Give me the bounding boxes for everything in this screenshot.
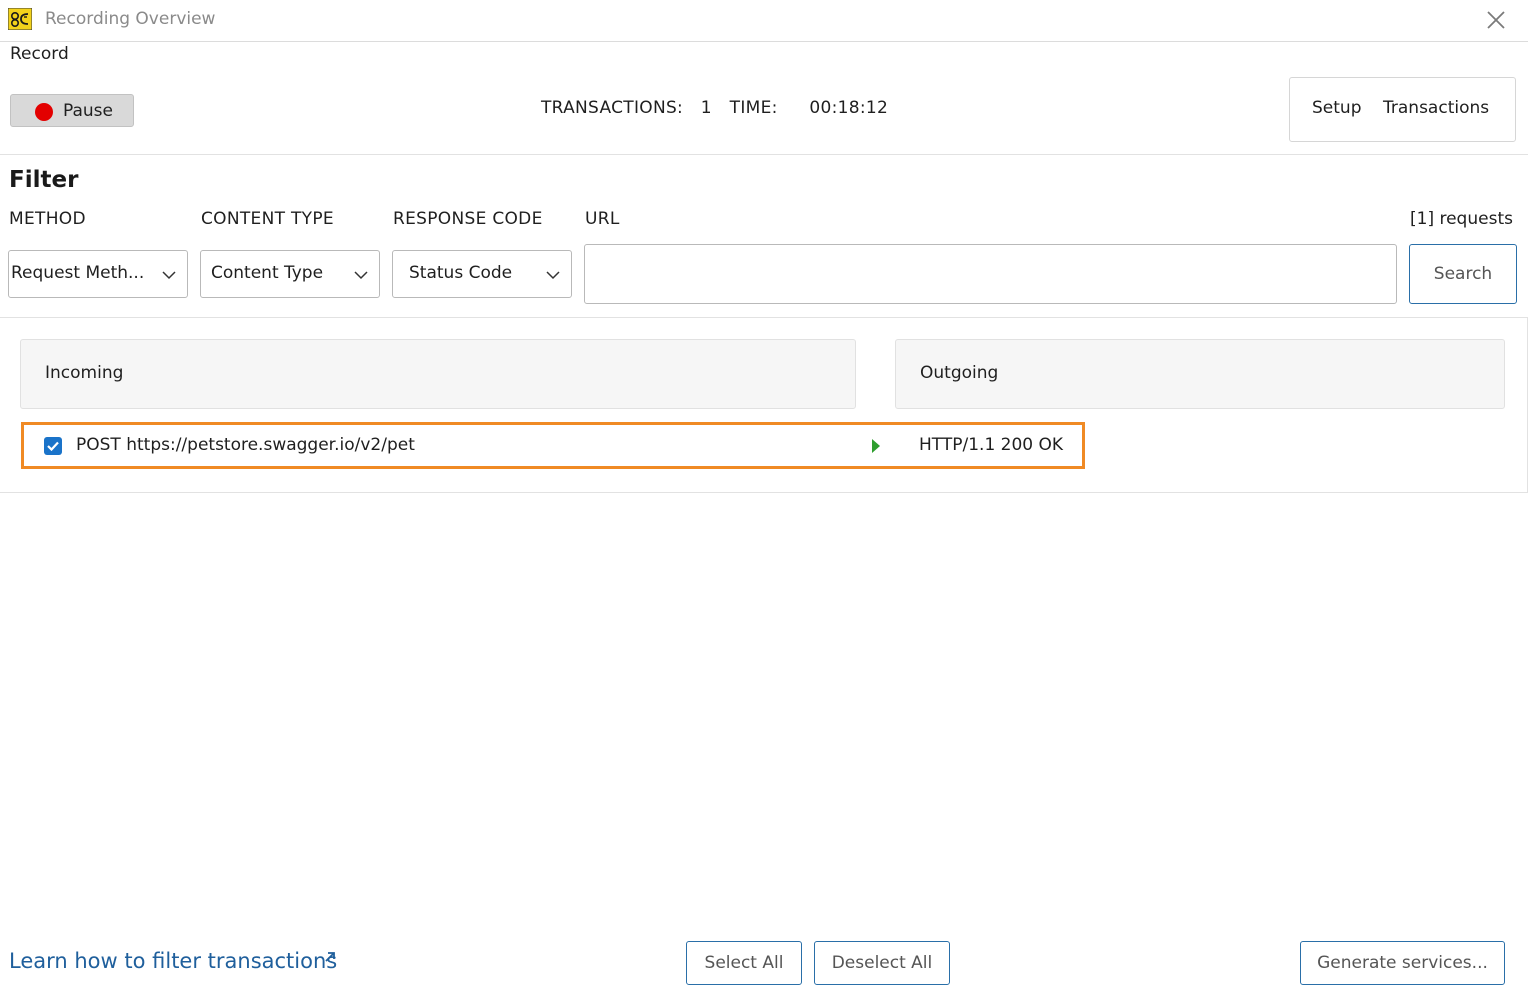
search-button[interactable]: Search <box>1409 244 1517 304</box>
status-code-dropdown-value: Status Code <box>409 263 513 283</box>
status-code-dropdown[interactable]: Status Code <box>392 250 572 298</box>
chevron-down-icon <box>546 271 560 280</box>
chevron-down-icon <box>354 271 368 280</box>
pause-button-label: Pause <box>63 100 113 121</box>
view-switch: Setup Transactions <box>1289 77 1516 142</box>
chevron-down-icon <box>162 271 176 280</box>
app-logo-icon <box>8 8 32 30</box>
section-divider <box>0 154 1528 155</box>
content-type-label: CONTENT TYPE <box>201 209 334 229</box>
incoming-header-label: Incoming <box>45 363 124 383</box>
time-value: 00:18:12 <box>809 98 889 118</box>
outgoing-header-label: Outgoing <box>920 363 999 383</box>
url-label: URL <box>585 209 620 229</box>
transactions-label: TRANSACTIONS: <box>541 98 684 118</box>
method-dropdown[interactable]: Request Meth... <box>8 250 188 298</box>
content-type-dropdown[interactable]: Content Type <box>200 250 380 298</box>
transaction-request: POST https://petstore.swagger.io/v2/pet <box>76 435 415 455</box>
incoming-column-header: Incoming <box>20 339 856 409</box>
record-dot-icon <box>35 103 53 121</box>
transactions-panel: Incoming Outgoing POST https://petstore.… <box>0 317 1528 493</box>
record-section-label: Record <box>10 44 69 64</box>
transaction-row[interactable]: POST https://petstore.swagger.io/v2/pet … <box>21 422 1085 469</box>
deselect-all-button[interactable]: Deselect All <box>814 941 950 985</box>
tab-setup[interactable]: Setup <box>1312 98 1361 118</box>
requests-count: [1] requests <box>1410 209 1513 229</box>
generate-services-button[interactable]: Generate services... <box>1300 941 1505 985</box>
select-all-button[interactable]: Select All <box>686 941 802 985</box>
window-title: Recording Overview <box>45 9 216 29</box>
external-link-icon[interactable] <box>323 950 337 964</box>
filter-title: Filter <box>9 167 79 193</box>
method-label: METHOD <box>9 209 86 229</box>
play-arrow-icon[interactable] <box>870 437 882 455</box>
title-bar: Recording Overview <box>0 0 1528 42</box>
transaction-checkbox[interactable] <box>44 437 62 455</box>
transaction-counter: TRANSACTIONS: 1 TIME: 00:18:12 <box>541 98 888 118</box>
transaction-response: HTTP/1.1 200 OK <box>919 435 1064 455</box>
response-code-label: RESPONSE CODE <box>393 209 543 229</box>
close-icon[interactable] <box>1482 6 1510 34</box>
method-dropdown-value: Request Meth... <box>11 263 145 283</box>
url-input[interactable] <box>584 244 1397 304</box>
outgoing-column-header: Outgoing <box>895 339 1505 409</box>
transactions-count: 1 <box>700 98 712 118</box>
tab-transactions[interactable]: Transactions <box>1383 98 1489 118</box>
content-type-dropdown-value: Content Type <box>211 263 324 283</box>
pause-button[interactable]: Pause <box>10 94 134 127</box>
learn-filter-link[interactable]: Learn how to filter transactions <box>9 949 337 973</box>
time-label: TIME: <box>729 98 778 118</box>
